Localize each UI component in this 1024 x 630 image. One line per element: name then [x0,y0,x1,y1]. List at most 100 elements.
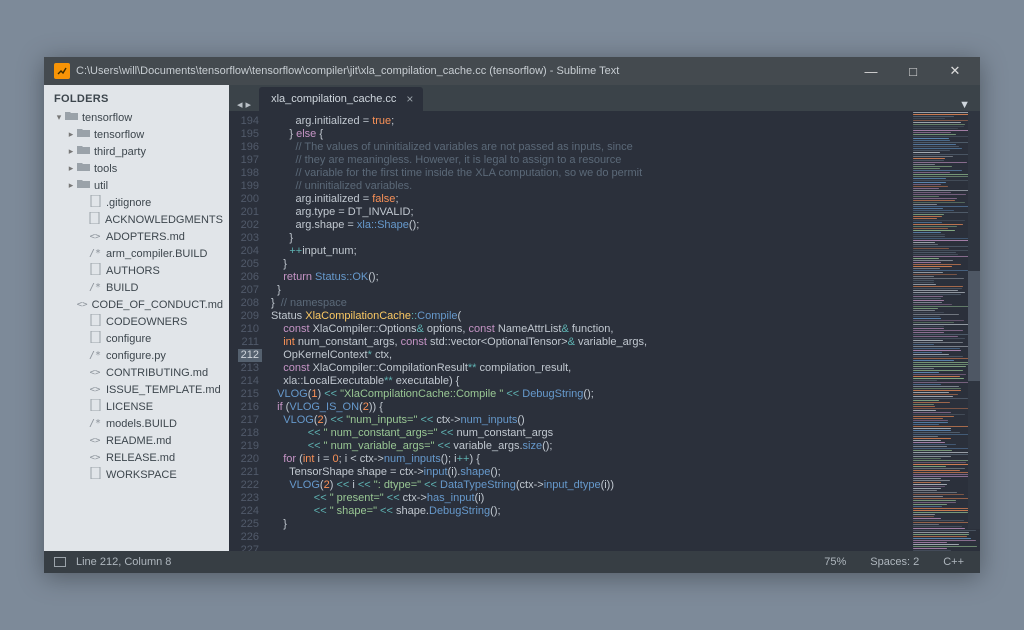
tree-item-label: CODE_OF_CONDUCT.md [92,299,223,311]
tab-active[interactable]: xla_compilation_cache.cc × [259,87,423,111]
tree-item-label: README.md [106,435,171,447]
md-icon: <> [88,452,102,463]
scrollbar-thumb[interactable] [968,271,980,381]
nav-forward-icon[interactable]: ▸ [246,98,252,111]
tab-dropdown-icon[interactable]: ▼ [949,99,980,111]
close-button[interactable]: ✕ [934,57,976,85]
file-icon [88,314,102,329]
tree-item-label: CONTRIBUTING.md [106,367,208,379]
nav-back-icon[interactable]: ◂ [237,98,243,111]
folder-icon [76,145,90,158]
line-number-gutter: 1941951961971981992002012022032042052062… [229,111,265,551]
file-icon [87,212,101,227]
tree-item-label: ADOPTERS.md [106,231,185,243]
tree-item[interactable]: /* models.BUILD [48,415,225,432]
chevron-icon: ▸ [66,163,76,174]
tree-item-label: configure [106,333,151,345]
folder-icon [64,111,78,124]
tree-item-label: WORKSPACE [106,469,177,481]
title-bar[interactable]: C:\Users\will\Documents\tensorflow\tenso… [44,57,980,85]
tree-item[interactable]: ▸ third_party [48,143,225,160]
status-syntax[interactable]: C++ [943,556,964,568]
folder-icon [76,179,90,192]
md-icon: <> [88,231,102,242]
tree-item[interactable]: /* arm_compiler.BUILD [48,245,225,262]
tree-item[interactable]: ▸ tensorflow [48,126,225,143]
md-icon: <> [88,384,102,395]
tree-item-label: models.BUILD [106,418,177,430]
chevron-icon: ▸ [66,129,76,140]
code-icon: /* [88,248,102,259]
file-icon [88,467,102,482]
tree-item-label: BUILD [106,282,138,294]
tree-item-label: arm_compiler.BUILD [106,248,207,260]
code-icon: /* [88,418,102,429]
tree-item-label: CODEOWNERS [106,316,187,328]
file-icon [88,263,102,278]
tree-item[interactable]: CODEOWNERS [48,313,225,330]
vertical-scrollbar[interactable] [968,111,980,529]
tree-item[interactable]: AUTHORS [48,262,225,279]
tree-item[interactable]: ▸ util [48,177,225,194]
status-cursor[interactable]: Line 212, Column 8 [76,556,171,568]
chevron-icon: ▸ [66,146,76,157]
app-icon [54,63,70,79]
tree-item-label: AUTHORS [106,265,160,277]
status-indent[interactable]: Spaces: 2 [870,556,919,568]
sidebar: FOLDERS ▾ tensorflow ▸ tensorflow ▸ third_par… [44,85,229,551]
md-icon: <> [88,367,102,378]
tree-item[interactable]: /* BUILD [48,279,225,296]
tree-item[interactable]: /* configure.py [48,347,225,364]
editor-area: ◂ ▸ xla_compilation_cache.cc × ▼ 1941951… [229,85,980,551]
panel-switcher-icon[interactable] [54,557,66,567]
maximize-button[interactable]: □ [892,57,934,85]
tree-item-label: tools [94,163,117,175]
tree-item-label: ISSUE_TEMPLATE.md [106,384,221,396]
code-editor[interactable]: 1941951961971981992002012022032042052062… [229,111,980,551]
md-icon: <> [88,435,102,446]
tree-item[interactable]: ▾ tensorflow [48,109,225,126]
tree-item[interactable]: <> CODE_OF_CONDUCT.md [48,296,225,313]
tab-close-icon[interactable]: × [406,92,413,106]
tree-item[interactable]: <> README.md [48,432,225,449]
tab-strip: ◂ ▸ xla_compilation_cache.cc × ▼ [229,85,980,111]
tree-item[interactable]: <> CONTRIBUTING.md [48,364,225,381]
chevron-icon: ▸ [66,180,76,191]
tree-item[interactable]: LICENSE [48,398,225,415]
tree-item-label: configure.py [106,350,166,362]
tree-item-label: third_party [94,146,146,158]
folder-icon [76,128,90,141]
tree-item[interactable]: ACKNOWLEDGMENTS [48,211,225,228]
tree-item-label: util [94,180,108,192]
status-zoom[interactable]: 75% [824,556,846,568]
window-title: C:\Users\will\Documents\tensorflow\tenso… [76,65,850,77]
tree-item[interactable]: configure [48,330,225,347]
status-bar: Line 212, Column 8 75% Spaces: 2 C++ [44,551,980,573]
folder-icon [76,162,90,175]
tree-item[interactable]: <> ISSUE_TEMPLATE.md [48,381,225,398]
tree-item-label: .gitignore [106,197,151,209]
sidebar-title: FOLDERS [44,85,229,109]
md-icon: <> [77,299,88,310]
file-icon [88,399,102,414]
tree-item[interactable]: .gitignore [48,194,225,211]
tree-item[interactable]: <> ADOPTERS.md [48,228,225,245]
code-content[interactable]: arg.initialized = true; } else { // The … [265,111,910,551]
tree-item-label: ACKNOWLEDGMENTS [105,214,223,226]
tree-item-label: LICENSE [106,401,153,413]
code-icon: /* [88,350,102,361]
file-icon [88,195,102,210]
file-icon [88,331,102,346]
tree-item-label: tensorflow [82,112,132,124]
tree-item-label: tensorflow [94,129,144,141]
tree-item[interactable]: <> RELEASE.md [48,449,225,466]
tree-item-label: RELEASE.md [106,452,175,464]
chevron-icon: ▾ [54,112,64,123]
tree-item[interactable]: ▸ tools [48,160,225,177]
folder-tree: ▾ tensorflow ▸ tensorflow ▸ third_party ▸ tools… [44,109,229,489]
minimize-button[interactable]: — [850,57,892,85]
tab-label: xla_compilation_cache.cc [271,93,396,105]
app-window: C:\Users\will\Documents\tensorflow\tenso… [44,57,980,573]
tree-item[interactable]: WORKSPACE [48,466,225,483]
code-icon: /* [88,282,102,293]
